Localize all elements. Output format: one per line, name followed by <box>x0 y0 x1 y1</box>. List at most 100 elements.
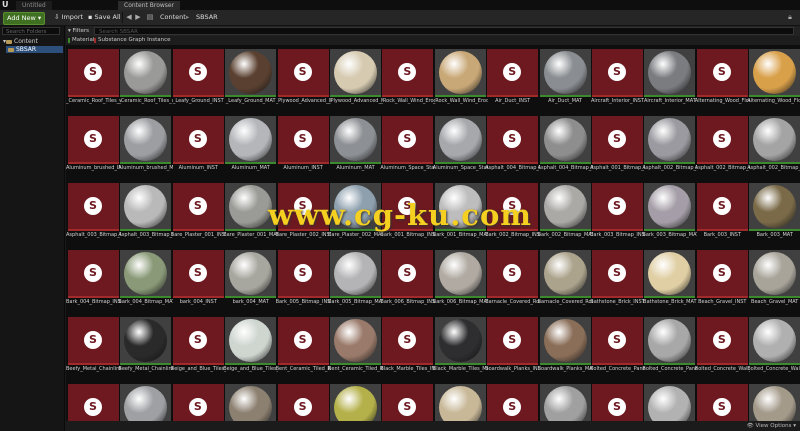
search-assets-input[interactable]: Search SBSAR <box>94 27 794 35</box>
asset-tile-material[interactable]: Aluminum_MAT <box>330 116 381 178</box>
asset-tile-substance-instance[interactable]: S _Leafy_Ground_INST <box>172 49 224 111</box>
add-new-button[interactable]: Add New ▾ <box>3 12 46 25</box>
asset-tile-material[interactable] <box>644 384 696 421</box>
asset-tile-substance-instance[interactable]: S <box>382 384 434 421</box>
asset-tile-substance-instance[interactable]: S Black_Marble_Tiles_INST <box>380 317 435 379</box>
asset-tile-substance-instance[interactable]: S Air_Duct_INST <box>487 49 539 111</box>
asset-tile-substance-instance[interactable]: S Alternating_Wood_Floor_INST <box>694 49 750 111</box>
asset-label: Aircraft_Interior_MAT <box>643 98 696 104</box>
asset-tile-substance-instance[interactable]: S Bark_005_Bitmap_INST <box>276 250 331 312</box>
asset-tile-substance-instance[interactable]: S _Plywood_Advanced_INST <box>276 49 331 111</box>
breadcrumb-sbsar[interactable]: SBSAR <box>196 12 218 23</box>
asset-tile-material[interactable]: Beige_and_Blue_Tiles_MAT <box>223 317 278 379</box>
asset-tile-substance-instance[interactable]: S Beefy_Metal_Chainlink_INST <box>66 317 121 379</box>
asset-tile-material[interactable]: Barnacle_Covered_Rock_MAT <box>538 250 593 312</box>
folder-up-icon[interactable]: ▤ <box>146 12 154 23</box>
asset-tile-substance-instance[interactable]: S Aircraft_Interior_INST <box>591 49 644 111</box>
asset-tile-material[interactable]: Asphalt_002_Bitmap_MAT <box>747 116 800 178</box>
tree-item-content[interactable]: ▾ Content <box>3 38 38 45</box>
asset-tile-material[interactable]: bark_004_MAT <box>225 250 277 312</box>
asset-type-strip <box>68 95 119 97</box>
lock-icon[interactable]: 🔒︎ <box>786 12 794 23</box>
substance-logo-icon: S <box>188 398 207 416</box>
filters-button[interactable]: ▾ Filters <box>66 27 91 35</box>
asset-tile-substance-instance[interactable]: S Barnacle_Covered_Rock_INST <box>485 250 540 312</box>
filter-chip-material[interactable]: Material <box>68 37 94 44</box>
asset-tile-substance-instance[interactable]: S Bathstone_Brick_INST <box>590 250 645 312</box>
asset-tile-material[interactable]: Aluminum_MAT <box>225 116 277 178</box>
asset-tile-material[interactable] <box>539 384 591 421</box>
asset-tile-material[interactable]: Bolted_Concrete_Panels_MAT <box>642 317 697 379</box>
asset-tile-substance-instance[interactable]: S <box>172 384 224 421</box>
asset-label: Asphalt_003_Bitmap_INST <box>66 232 121 238</box>
asset-tile-material[interactable]: _Leafy_Ground_MAT <box>225 49 277 111</box>
asset-thumbnail: S <box>487 317 539 363</box>
asset-tile-substance-instance[interactable]: S Bark_006_Bitmap_INST <box>380 250 435 312</box>
asset-tile-substance-instance[interactable]: S Bark_004_Bitmap_INST <box>66 250 121 312</box>
asset-tile-material[interactable]: _Rock_Wall_Wind_Eroded_MAT <box>432 49 488 111</box>
import-button[interactable]: ⇩ Import <box>51 12 86 23</box>
asset-tile-substance-instance[interactable]: S <box>487 384 539 421</box>
tree-item-sbsar[interactable]: SBSAR <box>6 46 63 53</box>
asset-tile-material[interactable]: Asphalt_002_Bitmap_MAT <box>642 116 697 178</box>
asset-tile-material[interactable] <box>434 384 486 421</box>
asset-tile-material[interactable] <box>330 384 381 421</box>
asset-tile-material[interactable] <box>225 384 277 421</box>
asset-tile-material[interactable]: Bark_006_Bitmap_MAT <box>433 250 488 312</box>
asset-tile-material[interactable]: Bent_Ceramic_Tiled_Roof_MAT <box>328 317 383 379</box>
filter-chip-substance-graph-instance[interactable]: Substance Graph Instance <box>94 37 171 44</box>
asset-tile-substance-instance[interactable]: S Beige_and_Blue_Tiles_INST <box>171 317 226 379</box>
asset-tile-material[interactable]: Bark_004_Bitmap_MAT <box>118 250 173 312</box>
asset-tile-substance-instance[interactable]: S Bolted_Concrete_Panels_INST <box>590 317 645 379</box>
back-arrow-icon[interactable]: ◀ <box>125 12 133 23</box>
asset-tile-substance-instance[interactable]: S Aluminum_brushed_INST <box>66 116 121 178</box>
asset-type-strip <box>225 296 277 298</box>
view-options-button[interactable]: 👁︎ View Options ▾ <box>747 422 796 430</box>
asset-tile-material[interactable]: Bolted_Concrete_Wall_MAT <box>747 317 800 379</box>
asset-tile-substance-instance[interactable]: S Bent_Ceramic_Tiled_Roof_INST <box>276 317 331 379</box>
asset-tile-substance-instance[interactable]: S <box>68 384 119 421</box>
asset-tile-substance-instance[interactable]: S Aluminum_INST <box>277 116 329 178</box>
tab-content-browser[interactable]: Content Browser <box>118 1 181 10</box>
asset-label: _Rock_Wall_Wind_Eroded_MAT <box>432 98 488 104</box>
forward-arrow-icon[interactable]: ▶ <box>134 12 142 23</box>
tab-untitled[interactable]: Untitled <box>16 1 52 10</box>
material-sphere-preview <box>543 252 587 295</box>
asset-tile-material[interactable]: _Ceramic_Roof_Tiles_with_Moss_MAT <box>118 49 173 111</box>
asset-tile-material[interactable]: Aluminum_Space_Station_MAT <box>433 116 488 178</box>
asset-tile-substance-instance[interactable]: S Boardwalk_Planks_INST <box>485 317 540 379</box>
asset-tile-substance-instance[interactable]: S <box>696 384 748 421</box>
asset-tile-material[interactable]: Beefy_Metal_Chainlink_MAT <box>118 317 173 379</box>
asset-tile-material[interactable]: Beach_Gravel_MAT <box>749 250 800 312</box>
asset-tile-material[interactable]: Air_Duct_MAT <box>539 49 591 111</box>
asset-tile-substance-instance[interactable]: S Asphalt_002_Bitmap_INST <box>695 116 750 178</box>
asset-tile-material[interactable]: Boardwalk_Planks_MAT <box>538 317 593 379</box>
breadcrumb-content[interactable]: Content <box>160 12 186 23</box>
asset-tile-substance-instance[interactable]: S Aluminum_Space_Station_INST <box>380 116 435 178</box>
save-all-button[interactable]: ▪ Save All <box>85 12 124 23</box>
asset-tile-material[interactable]: Asphalt_004_Bitmap_MAT <box>538 116 593 178</box>
asset-tile-material[interactable] <box>749 384 800 421</box>
asset-tile-substance-instance[interactable]: S Beach_Gravel_INST <box>696 250 748 312</box>
asset-tile-material[interactable]: Bark_005_Bitmap_MAT <box>328 250 383 312</box>
asset-tile-material[interactable]: _Plywood_Advanced_MAT <box>328 49 383 111</box>
asset-tile-material[interactable]: Aluminum_brushed_MAT <box>118 116 173 178</box>
asset-tile-material[interactable]: Bathstone_Brick_MAT <box>643 250 697 312</box>
asset-tile-substance-instance[interactable]: S <box>592 384 643 421</box>
asset-label: Alternating_Wood_Floor_INST <box>694 98 750 104</box>
asset-tile-substance-instance[interactable]: Sbark_004_INST <box>172 250 224 312</box>
import-icon: ⇩ <box>54 13 60 21</box>
asset-tile-material[interactable]: Aircraft_Interior_MAT <box>643 49 696 111</box>
asset-tile-substance-instance[interactable]: S Asphalt_004_Bitmap_INST <box>485 116 540 178</box>
asset-tile-substance-instance[interactable]: S Asphalt_001_Bitmap_INST <box>590 116 645 178</box>
asset-tile-substance-instance[interactable]: S Bolted_Concrete_Wall_INST <box>695 317 750 379</box>
search-folders-input[interactable]: Search Folders <box>2 27 60 35</box>
asset-tile-substance-instance[interactable]: S _Rock_Wall_Wind_Eroded_INST <box>380 49 435 111</box>
asset-tile-substance-instance[interactable]: S <box>277 384 329 421</box>
asset-tile-material[interactable]: Black_Marble_Tiles_MAT <box>433 317 488 379</box>
asset-tile-substance-instance[interactable]: S Aluminum_INST <box>172 116 224 178</box>
asset-tile-substance-instance[interactable]: S _Ceramic_Roof_Tiles_with_Moss_INST <box>66 49 121 111</box>
folder-icon <box>6 39 13 44</box>
asset-tile-material[interactable]: Alternating_Wood_Floor_MAT <box>747 49 800 111</box>
asset-tile-material[interactable] <box>120 384 172 421</box>
